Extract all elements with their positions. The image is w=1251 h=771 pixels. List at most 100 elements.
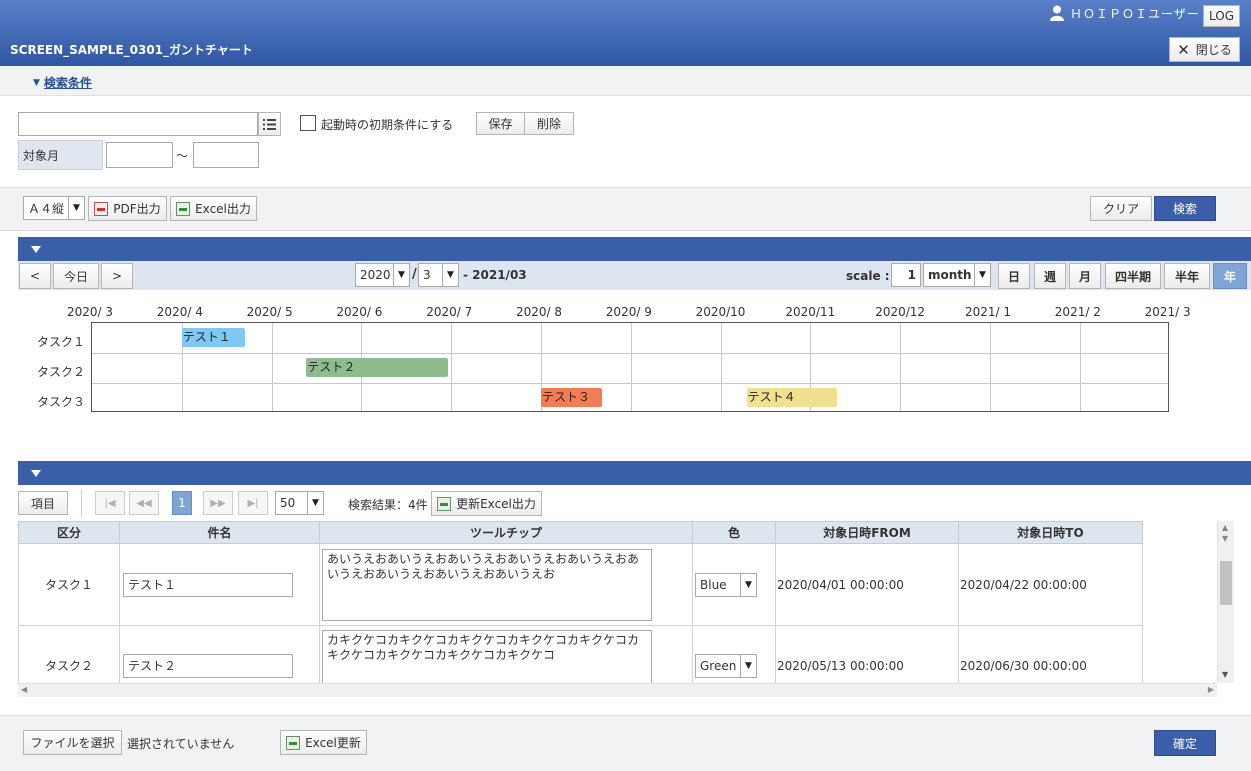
target-month-from-input[interactable] — [106, 142, 173, 168]
gantt-chart: 2020/ 3 2020/ 4 2020/ 5 2020/ 6 2020/ 7 2020/… — [0, 300, 1251, 420]
saved-condition-input[interactable] — [18, 112, 258, 136]
save-button[interactable]: 保存 — [476, 112, 525, 135]
gantt-month-label: 2020/ 9 — [605, 305, 652, 319]
header-kubun: 区分 — [18, 521, 120, 544]
gantt-task-bar[interactable]: テスト３ — [541, 388, 602, 407]
excel-export-button[interactable]: Excel出力 — [170, 196, 257, 221]
columns-button[interactable]: 項目 — [18, 491, 68, 515]
view-year-button[interactable]: 年 — [1213, 263, 1247, 289]
paper-size-select[interactable]: Ａ４縦 ▼ — [23, 196, 85, 220]
condition-list-button[interactable] — [258, 112, 281, 136]
last-page-button[interactable]: ▶| — [238, 491, 268, 515]
gantt-scale-unit-select[interactable]: month ▼ — [923, 263, 991, 287]
range-separator: ～ — [176, 149, 189, 163]
first-page-button[interactable]: |◀ — [95, 491, 125, 515]
name-input[interactable]: テスト２ — [123, 653, 293, 678]
list-grid-container: 区分 件名 ツールチップ 色 対象日時FROM 対象日時TO タスク１ テスト１… — [18, 521, 1234, 683]
list-section-header[interactable] — [18, 461, 1251, 485]
gantt-gridline — [1079, 323, 1081, 411]
gantt-year-select[interactable]: 2020 ▼ — [355, 263, 410, 287]
page-size-select[interactable]: 50 ▼ — [275, 491, 324, 515]
clear-button[interactable]: クリア — [1090, 196, 1152, 221]
user-icon — [1050, 5, 1064, 21]
scroll-up-icon[interactable]: ▲ — [1222, 523, 1228, 532]
current-page-button[interactable]: 1 — [172, 491, 192, 515]
page-size-value: 50 — [280, 496, 296, 510]
color-select[interactable]: Green ▼ — [695, 653, 757, 678]
color-value: Green — [700, 658, 737, 673]
gantt-scale-label: scale : — [846, 269, 890, 283]
gantt-month-label: 2021/ 2 — [1054, 305, 1101, 319]
excel-icon — [176, 201, 191, 216]
gantt-gridline — [92, 353, 1168, 354]
name-input[interactable]: テスト１ — [123, 572, 293, 597]
view-day-button[interactable]: 日 — [998, 263, 1030, 289]
search-toggle-bar — [0, 66, 1251, 96]
cell-from: 2020/05/13 00:00:00 — [775, 625, 959, 683]
gantt-section-header[interactable] — [18, 237, 1251, 261]
gantt-month-label: 2020/ 8 — [516, 305, 563, 319]
initial-condition-label: 起動時の初期条件にする — [321, 118, 454, 132]
scroll-down-icon[interactable]: ▼ — [1222, 670, 1228, 679]
prev-page-button[interactable]: ◀◀ — [129, 491, 159, 515]
cell-to: 2020/06/30 00:00:00 — [958, 625, 1143, 683]
horizontal-scrollbar[interactable]: ◀ ▶ — [18, 683, 1217, 697]
vertical-scrollbar[interactable]: ▲ ▼ ▼ — [1217, 521, 1234, 683]
confirm-button[interactable]: 確定 — [1154, 730, 1216, 756]
color-select[interactable]: Blue ▼ — [695, 572, 757, 597]
cell-name: テスト２ — [119, 625, 320, 683]
view-week-button[interactable]: 週 — [1034, 263, 1066, 289]
user-info: ＨＯＩＰＯＩユーザー — [1050, 4, 1200, 22]
gantt-range-end: - 2021/03 — [463, 268, 527, 282]
scroll-left-icon[interactable]: ◀ — [21, 685, 27, 694]
tooltip-textarea[interactable]: あいうえおあいうえおあいうえおあいうえおあいうえおあいうえおあいうえおあいうえお… — [322, 548, 652, 621]
gantt-scale-input[interactable]: 1 — [891, 263, 921, 287]
scroll-up-icon[interactable]: ▼ — [1222, 534, 1228, 543]
gantt-task-bar[interactable]: テスト４ — [746, 388, 838, 407]
excel-update-button[interactable]: Excel更新 — [280, 730, 367, 755]
view-halfyear-button[interactable]: 半年 — [1164, 263, 1210, 289]
initial-condition-checkbox[interactable] — [300, 115, 316, 131]
dropdown-arrow-icon: ▼ — [68, 197, 84, 219]
pdf-export-button[interactable]: PDF出力 — [88, 196, 167, 221]
gantt-task-bar[interactable]: テスト２ — [306, 358, 449, 377]
excel-icon — [286, 735, 301, 750]
gantt-grid: テスト１ テスト２ テスト３ テスト４ — [91, 322, 1169, 412]
scroll-thumb[interactable] — [1220, 561, 1232, 605]
tooltip-textarea[interactable]: カキクケコカキクケコカキクケコカキクケコカキクケコカキクケコカキクケコカキクケコ… — [322, 629, 652, 683]
search-button[interactable]: 検索 — [1154, 196, 1216, 221]
header-tooltip: ツールチップ — [319, 521, 693, 544]
close-label: 閉じる — [1195, 43, 1232, 57]
update-excel-export-button[interactable]: 更新Excel出力 — [431, 491, 542, 516]
excel-icon — [437, 496, 452, 511]
gantt-task-bar[interactable]: テスト１ — [181, 328, 245, 347]
view-quarter-button[interactable]: 四半期 — [1105, 263, 1161, 289]
gantt-month-label: 2020/ 6 — [336, 305, 383, 319]
dropdown-arrow-icon: ▼ — [393, 264, 409, 286]
close-button[interactable]: ✕ 閉じる — [1169, 37, 1240, 62]
gantt-month-separator: / — [412, 267, 417, 282]
gantt-month-label: 2020/11 — [785, 305, 836, 319]
file-status: 選択されていません — [127, 737, 235, 751]
gantt-prev-button[interactable]: < — [19, 263, 51, 289]
page-title: SCREEN_SAMPLE_0301_ガントチャート — [10, 43, 253, 57]
delete-button[interactable]: 削除 — [524, 112, 574, 135]
gantt-row-label: タスク２ — [37, 365, 86, 379]
gantt-today-button[interactable]: 今日 — [53, 263, 99, 289]
target-month-to-input[interactable] — [193, 142, 259, 168]
gantt-month-label: 2020/12 — [875, 305, 926, 319]
log-button[interactable]: LOG — [1203, 5, 1240, 27]
gantt-next-button[interactable]: > — [101, 263, 133, 289]
view-month-button[interactable]: 月 — [1069, 263, 1101, 289]
user-name: ＨＯＩＰＯＩユーザー — [1070, 6, 1200, 21]
dropdown-arrow-icon: ▼ — [307, 492, 323, 514]
search-toggle[interactable]: ▼ 検索条件 — [33, 74, 92, 91]
dropdown-arrow-icon: ▼ — [740, 573, 756, 596]
scroll-right-icon[interactable]: ▶ — [1208, 685, 1214, 694]
cell-kubun: タスク１ — [18, 543, 120, 626]
file-select-button[interactable]: ファイルを選択 — [23, 730, 122, 755]
cell-kubun: タスク２ — [18, 625, 120, 683]
dropdown-arrow-icon: ▼ — [740, 654, 756, 677]
gantt-month-select[interactable]: 3 ▼ — [418, 263, 459, 287]
next-page-button[interactable]: ▶▶ — [203, 491, 233, 515]
